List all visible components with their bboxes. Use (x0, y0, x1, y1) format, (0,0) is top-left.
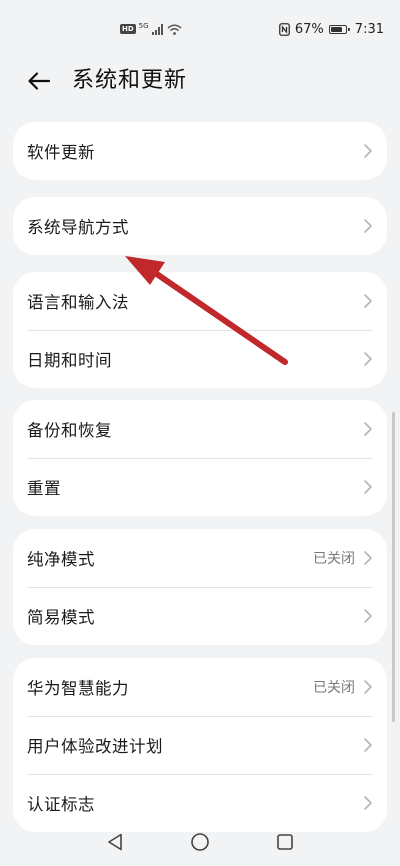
settings-item-label: 日期和时间 (27, 351, 112, 370)
settings-item-label: 语言和输入法 (27, 293, 129, 312)
chevron-right-icon (364, 680, 372, 694)
settings-item-label: 纯净模式 (27, 550, 95, 569)
battery-percent: 67% (294, 21, 324, 37)
wifi-icon (167, 24, 182, 35)
title-bar: 系统和更新 (0, 56, 400, 106)
back-button[interactable] (24, 68, 54, 94)
nfc-icon (278, 22, 290, 36)
settings-item-label: 认证标志 (27, 795, 95, 814)
settings-item-reset[interactable]: 重置 (13, 458, 387, 516)
settings-item-label: 华为智慧能力 (27, 679, 129, 698)
chevron-right-icon (364, 551, 372, 565)
square-recents-icon (277, 834, 293, 850)
settings-item-label: 用户体验改进计划 (27, 737, 163, 756)
nav-back-button[interactable] (103, 830, 127, 854)
chevron-right-icon (364, 480, 372, 494)
settings-group: 备份和恢复 重置 (13, 400, 387, 516)
settings-item-language-input[interactable]: 语言和输入法 (13, 272, 387, 330)
triangle-back-icon (108, 833, 122, 851)
clock: 7:31 (354, 21, 384, 37)
battery-icon (328, 24, 350, 34)
settings-item-label: 简易模式 (27, 608, 95, 627)
status-text: 已关闭 (313, 551, 355, 567)
scrollbar[interactable] (392, 412, 395, 722)
settings-item-user-experience[interactable]: 用户体验改进计划 (13, 716, 387, 774)
settings-item-system-navigation[interactable]: 系统导航方式 (13, 197, 387, 255)
status-right-group: 67% 7:31 (278, 19, 384, 39)
settings-item-label: 系统导航方式 (27, 218, 129, 237)
settings-item-pure-mode[interactable]: 纯净模式 已关闭 (13, 529, 387, 587)
signal-icon (151, 23, 163, 35)
navigation-bar (0, 818, 400, 866)
status-signal-group: HD 5G (120, 20, 182, 38)
settings-item-simple-mode[interactable]: 简易模式 (13, 587, 387, 645)
circle-home-icon (191, 833, 209, 851)
chevron-right-icon (364, 609, 372, 623)
status-text: 已关闭 (313, 680, 355, 696)
chevron-right-icon (364, 144, 372, 158)
back-arrow-icon (28, 72, 51, 90)
chevron-right-icon (364, 219, 372, 233)
nav-home-button[interactable] (188, 830, 212, 854)
settings-group: 软件更新 (13, 122, 387, 180)
settings-item-label: 备份和恢复 (27, 421, 112, 440)
settings-group: 语言和输入法 日期和时间 (13, 272, 387, 388)
settings-item-backup-restore[interactable]: 备份和恢复 (13, 400, 387, 458)
settings-group: 华为智慧能力 已关闭 用户体验改进计划 认证标志 (13, 658, 387, 832)
settings-item-software-update[interactable]: 软件更新 (13, 122, 387, 180)
settings-group: 系统导航方式 (13, 197, 387, 255)
chevron-right-icon (364, 738, 372, 752)
status-bar: HD 5G 67% 7:31 (0, 0, 400, 56)
settings-item-huawei-smart[interactable]: 华为智慧能力 已关闭 (13, 658, 387, 716)
page-title: 系统和更新 (72, 68, 188, 93)
chevron-right-icon (364, 294, 372, 308)
chevron-right-icon (364, 796, 372, 810)
chevron-right-icon (364, 352, 372, 366)
settings-item-label: 重置 (27, 479, 61, 498)
chevron-right-icon (364, 422, 372, 436)
network-type: 5G (138, 21, 149, 30)
hd-badge: HD (120, 24, 136, 34)
settings-group: 纯净模式 已关闭 简易模式 (13, 529, 387, 645)
nav-recents-button[interactable] (273, 830, 297, 854)
settings-item-date-time[interactable]: 日期和时间 (13, 330, 387, 388)
settings-item-label: 软件更新 (27, 143, 95, 162)
